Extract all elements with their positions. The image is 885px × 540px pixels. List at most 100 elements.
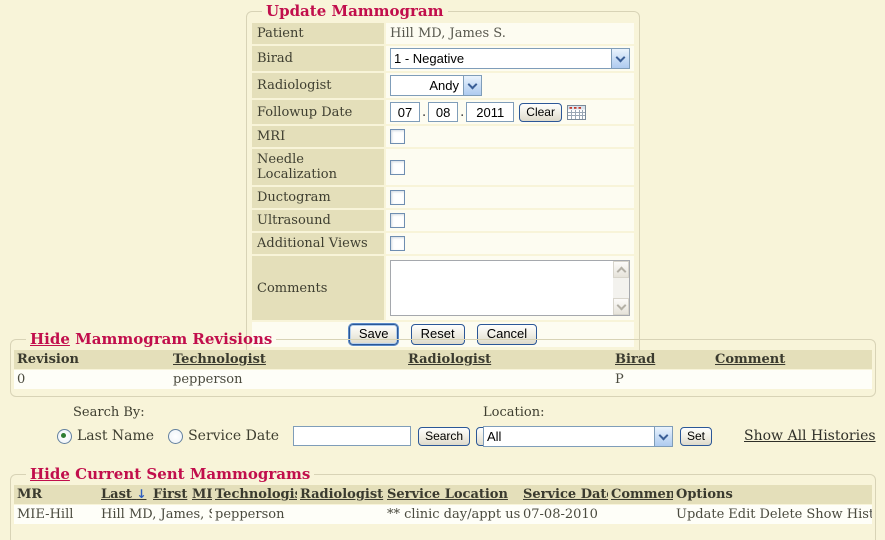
current-sent-mammograms-title: Current Sent Mammograms xyxy=(75,465,310,483)
last-name-radio[interactable] xyxy=(57,429,72,444)
show-history-link[interactable]: Show History xyxy=(806,507,872,522)
sent-mammogram-row: MIE-Hill Hill MD, James, S. pepperson **… xyxy=(14,505,872,524)
comments-row: Comments xyxy=(252,256,634,320)
update-mammogram-panel: Update Mammogram Patient Hill MD, James … xyxy=(246,2,640,356)
show-all-histories-link[interactable]: Show All Histories xyxy=(744,428,876,444)
calendar-icon[interactable] xyxy=(567,105,586,120)
column-radiologist[interactable]: Radiologist xyxy=(405,350,612,369)
column-comment[interactable]: Comment xyxy=(608,485,673,504)
search-input[interactable] xyxy=(293,426,411,446)
scroll-down-icon[interactable] xyxy=(613,298,629,315)
set-location-button[interactable]: Set xyxy=(680,427,712,446)
ductogram-label: Ductogram xyxy=(252,187,384,208)
current-sent-mammograms-legend: Hide Current Sent Mammograms xyxy=(26,465,314,483)
column-mi[interactable]: MI xyxy=(189,485,212,504)
delete-link[interactable]: Delete xyxy=(759,507,802,522)
needle-localization-row: Needle Localization xyxy=(252,149,634,185)
update-mammogram-form: Patient Hill MD, James S. Birad 1 - Nega… xyxy=(250,21,636,349)
location-controls: All Set xyxy=(483,426,712,447)
additional-views-row: Additional Views xyxy=(252,233,634,254)
birad-cell: P xyxy=(612,370,712,389)
ultrasound-label: Ultrasound xyxy=(252,210,384,231)
location-select[interactable]: All xyxy=(483,426,673,447)
mri-checkbox[interactable] xyxy=(390,129,405,144)
mammogram-revisions-panel: Hide Mammogram Revisions Revision Techno… xyxy=(10,330,876,397)
current-sent-mammograms-section: Hide Current Sent Mammograms MR Last ↓ F… xyxy=(10,465,876,540)
ultrasound-row: Ultrasound xyxy=(252,210,634,231)
service-date-cell: 07-08-2010 xyxy=(520,505,608,524)
update-link[interactable]: Update xyxy=(676,507,724,522)
column-technologist[interactable]: Technologist xyxy=(212,485,297,504)
followup-year-input[interactable] xyxy=(466,102,514,122)
ductogram-checkbox[interactable] xyxy=(390,190,405,205)
column-service-location[interactable]: Service Location xyxy=(384,485,520,504)
followup-day-input[interactable] xyxy=(428,102,458,122)
radiologist-cell xyxy=(297,505,384,524)
location-label: Location: xyxy=(483,405,544,420)
followup-date-label: Followup Date xyxy=(252,100,384,124)
column-mr: MR xyxy=(14,485,98,504)
needle-localization-checkbox[interactable] xyxy=(390,160,405,175)
ductogram-row: Ductogram xyxy=(252,187,634,208)
column-birad[interactable]: Birad xyxy=(612,350,712,369)
scroll-up-icon[interactable] xyxy=(613,261,629,278)
edit-link[interactable]: Edit xyxy=(728,507,755,522)
column-revision: Revision xyxy=(14,350,170,369)
mr-cell: MIE-Hill xyxy=(14,505,98,524)
date-separator: . xyxy=(460,105,464,120)
sort-descending-icon: ↓ xyxy=(136,487,146,501)
sent-header-row: MR Last ↓ First MI Technologist Radiolog… xyxy=(14,485,872,504)
additional-views-checkbox[interactable] xyxy=(390,236,405,251)
location-selected-value: All xyxy=(484,427,654,446)
ultrasound-checkbox[interactable] xyxy=(390,213,405,228)
chevron-down-icon xyxy=(654,427,672,446)
birad-row: Birad 1 - Negative xyxy=(252,46,634,71)
birad-select[interactable]: 1 - Negative xyxy=(390,48,630,69)
technologist-cell: pepperson xyxy=(212,505,297,524)
search-button[interactable]: Search xyxy=(418,427,470,446)
radiologist-label: Radiologist xyxy=(252,73,384,98)
comments-scrollbar[interactable] xyxy=(613,261,629,315)
search-section: Search By: Last Name Service Date Search… xyxy=(0,402,885,464)
date-separator: . xyxy=(422,105,426,120)
column-last[interactable]: Last ↓ xyxy=(98,485,150,504)
chevron-down-icon xyxy=(611,49,629,68)
service-date-radio-label: Service Date xyxy=(188,428,279,444)
page-background: Update Mammogram Patient Hill MD, James … xyxy=(0,0,885,540)
revision-cell: 0 xyxy=(14,370,170,389)
patient-label: Patient xyxy=(252,23,384,44)
service-date-radio[interactable] xyxy=(168,429,183,444)
update-mammogram-title: Update Mammogram xyxy=(262,2,448,20)
revision-row: 0 pepperson P xyxy=(14,370,872,389)
column-options: Options xyxy=(673,485,872,504)
mammogram-revisions-legend: Hide Mammogram Revisions xyxy=(26,330,276,348)
column-first[interactable]: First xyxy=(150,485,189,504)
revisions-header-row: Revision Technologist Radiologist Birad … xyxy=(14,350,872,369)
radiologist-select[interactable]: Andy xyxy=(390,75,482,96)
date-clear-button[interactable]: Clear xyxy=(519,103,562,122)
hide-sent-link[interactable]: Hide xyxy=(30,465,70,483)
radiologist-cell xyxy=(405,370,612,389)
birad-selected-value: 1 - Negative xyxy=(391,49,611,68)
technologist-cell: pepperson xyxy=(170,370,405,389)
service-location-cell: ** clinic day/appt use xyxy=(384,505,520,524)
comments-textarea[interactable] xyxy=(391,261,613,315)
column-radiologist[interactable]: Radiologist xyxy=(297,485,384,504)
followup-month-input[interactable] xyxy=(390,102,420,122)
mri-row: MRI xyxy=(252,126,634,147)
radiologist-row: Radiologist Andy xyxy=(252,73,634,98)
chevron-down-icon xyxy=(463,76,481,95)
mammogram-revisions-section: Hide Mammogram Revisions Revision Techno… xyxy=(10,330,876,397)
comments-field xyxy=(390,260,630,316)
sent-mammograms-table: MR Last ↓ First MI Technologist Radiolog… xyxy=(14,484,872,525)
radiologist-selected-value: Andy xyxy=(391,76,463,95)
column-service-date[interactable]: Service Date xyxy=(520,485,608,504)
comments-label: Comments xyxy=(252,256,384,320)
birad-label: Birad xyxy=(252,46,384,71)
search-controls: Last Name Service Date Search Clear xyxy=(57,426,519,446)
column-technologist[interactable]: Technologist xyxy=(170,350,405,369)
hide-revisions-link[interactable]: Hide xyxy=(30,330,70,348)
current-sent-mammograms-panel: Hide Current Sent Mammograms MR Last ↓ F… xyxy=(10,465,876,540)
column-comment[interactable]: Comment xyxy=(712,350,872,369)
patient-value: Hill MD, James S. xyxy=(390,26,506,41)
